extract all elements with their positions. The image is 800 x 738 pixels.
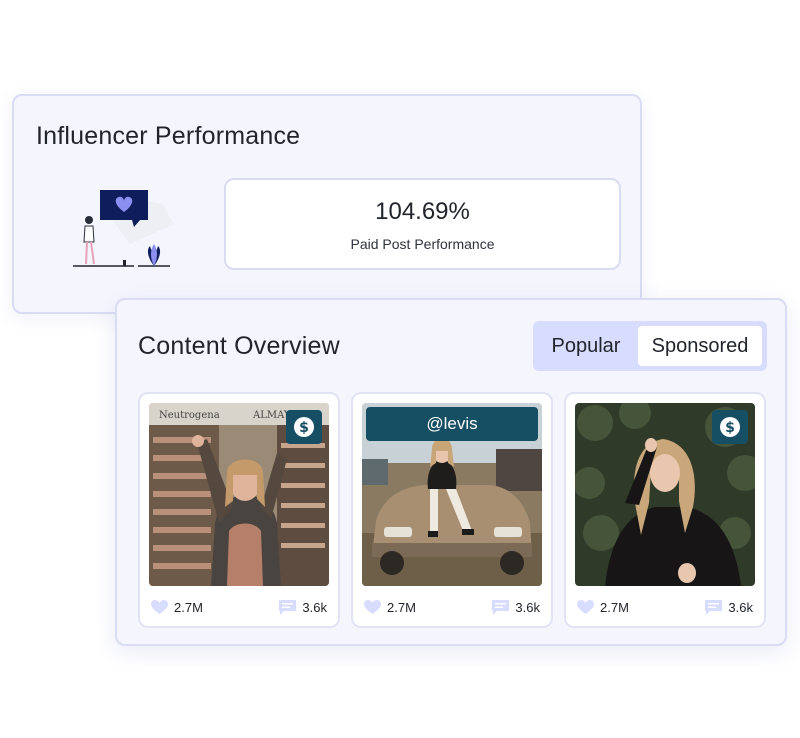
- likes-stat[interactable]: 2.7M: [577, 599, 629, 615]
- svg-text:Neutrogena: Neutrogena: [159, 410, 220, 421]
- svg-text:$: $: [725, 420, 735, 436]
- post-card[interactable]: $ 2.7M 3.6k: [564, 392, 766, 628]
- comments-stat[interactable]: 3.6k: [705, 599, 753, 615]
- influencer-handle[interactable]: @levis: [366, 407, 538, 441]
- influencer-performance-title: Influencer Performance: [36, 122, 301, 150]
- comment-icon: [705, 599, 723, 615]
- post-image[interactable]: @levis: [362, 403, 542, 586]
- svg-text:$: $: [299, 420, 309, 436]
- post-card[interactable]: @levis 2.7M 3.6k: [351, 392, 553, 628]
- likes-count: 2.7M: [174, 599, 203, 615]
- metric-label: Paid Post Performance: [350, 236, 495, 252]
- heart-icon: [577, 599, 594, 614]
- comments-count: 3.6k: [728, 599, 753, 615]
- sponsored-badge: $: [712, 410, 748, 444]
- heart-icon: [364, 599, 381, 614]
- toggle-sponsored[interactable]: Sponsored: [638, 326, 762, 366]
- influencer-illustration: [73, 190, 174, 267]
- comment-icon: [492, 599, 510, 615]
- post-card[interactable]: Neutrogena ALMAY $ 2.7M 3.6k: [138, 392, 340, 628]
- comments-count: 3.6k: [515, 599, 540, 615]
- likes-count: 2.7M: [387, 599, 416, 615]
- dollar-icon: $: [294, 417, 314, 437]
- sponsored-badge: $: [286, 410, 322, 444]
- likes-stat[interactable]: 2.7M: [151, 599, 203, 615]
- toggle-popular[interactable]: Popular: [538, 326, 634, 366]
- post-image[interactable]: Neutrogena ALMAY $: [149, 403, 329, 586]
- comments-count: 3.6k: [302, 599, 327, 615]
- comments-stat[interactable]: 3.6k: [279, 599, 327, 615]
- likes-count: 2.7M: [600, 599, 629, 615]
- influencer-performance-card: Influencer Performance 104.69% Paid Post…: [12, 94, 642, 314]
- content-overview-title: Content Overview: [138, 332, 340, 360]
- dollar-icon: $: [720, 417, 740, 437]
- likes-stat[interactable]: 2.7M: [364, 599, 416, 615]
- metric-value: 104.69%: [375, 198, 470, 225]
- comment-icon: [279, 599, 297, 615]
- heart-icon: [151, 599, 168, 614]
- comments-stat[interactable]: 3.6k: [492, 599, 540, 615]
- paid-post-performance-metric: 104.69% Paid Post Performance: [224, 178, 621, 270]
- popular-sponsored-toggle: Popular Sponsored: [533, 321, 767, 371]
- post-image[interactable]: $: [575, 403, 755, 586]
- content-overview-card: Content Overview Popular Sponsored Neutr…: [115, 298, 787, 646]
